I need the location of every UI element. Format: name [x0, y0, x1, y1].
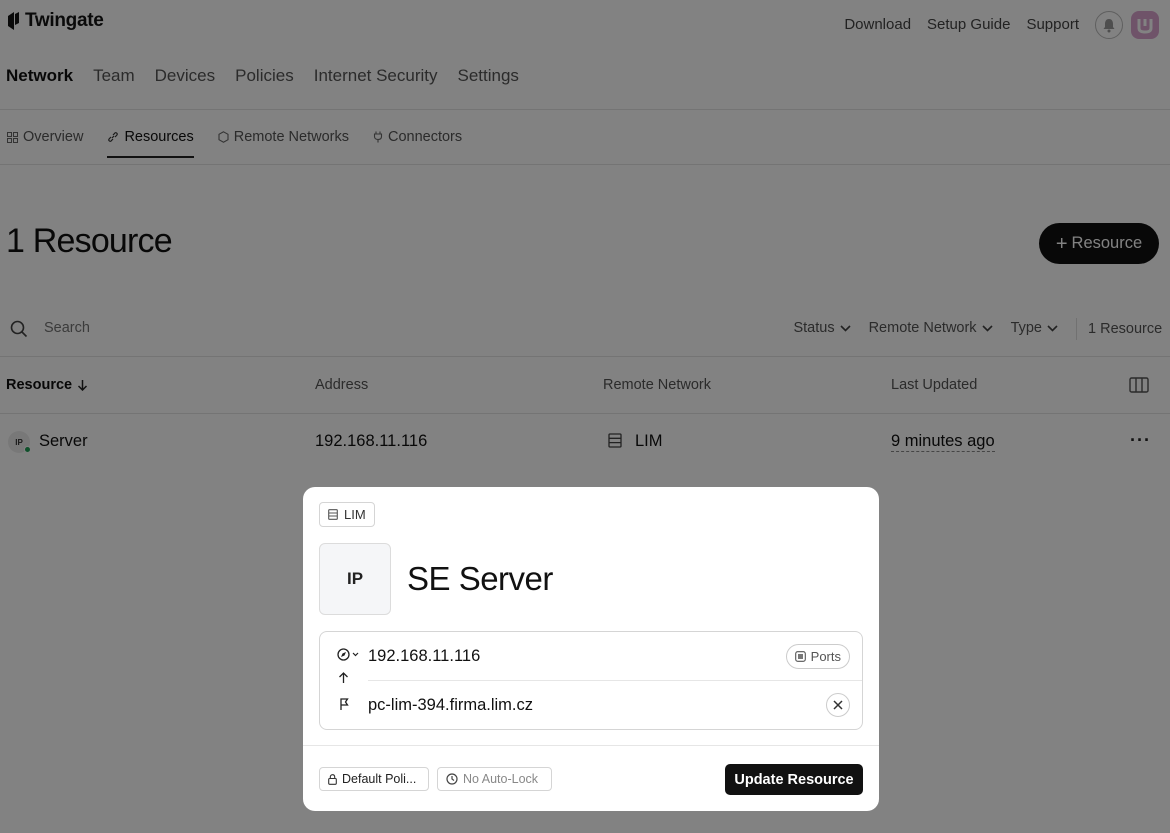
resource-modal: LIM IP SE Server Ports	[303, 487, 879, 811]
close-icon	[833, 700, 843, 710]
server-icon	[328, 509, 338, 520]
resource-title[interactable]: SE Server	[407, 560, 553, 598]
update-resource-button[interactable]: Update Resource	[725, 764, 863, 795]
lock-icon	[328, 773, 337, 785]
divider	[368, 680, 862, 681]
ports-label: Ports	[810, 649, 841, 664]
resource-type-tile: IP	[319, 543, 391, 615]
port-icon	[794, 651, 806, 662]
clear-alias-button[interactable]	[826, 693, 850, 717]
address-input[interactable]	[368, 647, 748, 666]
alias-flag-icon	[340, 698, 349, 710]
address-type-selector[interactable]	[337, 648, 359, 661]
auto-lock-button[interactable]: No Auto-Lock	[437, 767, 552, 791]
policy-label: Default Poli...	[342, 772, 417, 786]
arrow-up-icon	[339, 672, 348, 683]
address-box: Ports	[319, 631, 863, 730]
ports-button[interactable]: Ports	[785, 644, 850, 669]
auto-lock-label: No Auto-Lock	[463, 772, 539, 786]
alias-input[interactable]	[368, 696, 788, 715]
network-chip[interactable]: LIM	[319, 502, 375, 527]
policy-button[interactable]: Default Poli...	[319, 767, 429, 791]
clock-icon	[446, 773, 458, 785]
divider	[303, 745, 879, 746]
network-chip-label: LIM	[344, 507, 366, 522]
chevron-down-icon	[352, 652, 359, 657]
compass-icon	[337, 648, 350, 661]
